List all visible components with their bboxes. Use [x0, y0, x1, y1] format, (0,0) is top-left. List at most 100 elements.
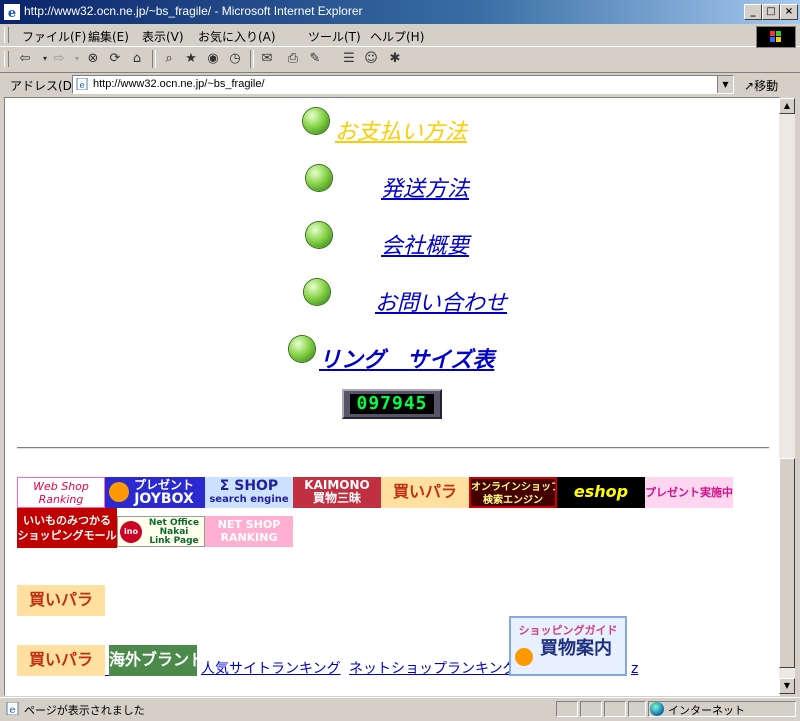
scroll-up-icon[interactable]: ▲ — [779, 98, 795, 114]
banner-text: オンラインショップ — [471, 482, 557, 493]
toolbar-grip[interactable] — [4, 27, 9, 43]
status-pane — [604, 701, 626, 717]
nav-link-contact[interactable]: お問い合わせ — [375, 285, 507, 317]
banner-web-shop-ranking[interactable]: Web Shop Ranking — [17, 477, 105, 508]
stop-icon[interactable]: ⊗ — [84, 51, 102, 67]
banner-kaipara[interactable]: 買いパラ — [381, 477, 469, 508]
banner-text: Link Page — [149, 536, 199, 546]
nav-link-shipping[interactable]: 発送方法 — [381, 171, 469, 203]
address-dropdown-icon[interactable]: ▼ — [717, 76, 733, 93]
search-icon[interactable]: ⌕ — [160, 51, 178, 67]
green-ball-icon — [289, 336, 315, 362]
menu-view[interactable]: 表示(V) — [142, 28, 184, 45]
banner-joybox[interactable]: プレゼント JOYBOX — [105, 477, 205, 508]
green-ball-icon — [306, 222, 332, 248]
discuss-icon[interactable]: ☰ — [340, 51, 358, 67]
banner-text: いいものみつかる — [23, 514, 111, 527]
address-url: http://www32.ocn.ne.jp/~bs_fragile/ — [93, 78, 265, 90]
go-arrow-icon: ↗ — [744, 79, 755, 93]
banner-text: 買物三昧 — [312, 491, 361, 505]
address-label: アドレス(D) — [10, 79, 77, 93]
menu-help[interactable]: ヘルプ(H) — [370, 28, 424, 45]
edit-icon[interactable]: ✎ — [306, 51, 324, 67]
link-net-shop-ranking[interactable]: ネットショップランキング — [349, 658, 517, 678]
status-bar: e ページが表示されました インターネット — [0, 697, 800, 721]
scroll-down-icon[interactable]: ▼ — [779, 678, 795, 694]
menu-file[interactable]: ファイル(F) — [22, 28, 86, 45]
banner-net-shop-ranking[interactable]: NET SHOP RANKING — [205, 516, 293, 547]
banner-text: Ranking — [38, 493, 84, 506]
banner-online-shop[interactable]: オンラインショップ 検索エンジン — [469, 477, 557, 508]
maximize-button[interactable]: □ — [762, 4, 780, 20]
menu-favorites[interactable]: お気に入り(A) — [198, 28, 276, 45]
zone-text: インターネット — [668, 704, 745, 717]
ino-logo-icon: ino — [120, 521, 142, 543]
go-button[interactable]: ↗移動 — [744, 77, 778, 94]
toolbar-separator — [152, 50, 156, 68]
banner-kaipara-3[interactable]: 買いパラ — [17, 645, 105, 676]
research-icon[interactable]: ✱ — [386, 51, 404, 67]
banner-text: Σ SHOP — [219, 478, 279, 494]
banner-text: ショッピングモール — [17, 529, 117, 542]
banner-text: KAIMONO — [304, 478, 370, 492]
green-ball-icon — [303, 108, 329, 134]
sun-icon — [515, 648, 533, 666]
banner-kaipara-2[interactable]: 買いパラ — [17, 585, 105, 616]
internet-globe-icon — [650, 702, 664, 716]
banner-iimono[interactable]: いいものみつかる ショッピングモール — [17, 508, 117, 548]
counter-value: 097945 — [350, 394, 434, 414]
orange-icon — [109, 482, 129, 502]
history-icon[interactable]: ◷ — [226, 51, 244, 67]
nav-link-company[interactable]: 会社概要 — [381, 228, 469, 260]
link-popular-site-ranking[interactable]: 人気サイトランキング — [201, 658, 341, 678]
banner-net-office-nakai[interactable]: ino Net Office Nakai Link Page — [117, 516, 205, 547]
back-icon[interactable]: ⇦ — [16, 51, 34, 67]
page-done-icon: e — [6, 702, 19, 715]
close-button[interactable]: × — [780, 4, 798, 20]
address-input[interactable]: e http://www32.ocn.ne.jp/~bs_fragile/ ▼ — [72, 75, 734, 94]
link-z[interactable]: z — [631, 661, 638, 677]
window-titlebar[interactable]: e http://www32.ocn.ne.jp/~bs_fragile/ - … — [0, 0, 800, 24]
status-pane — [556, 701, 578, 717]
banner-present[interactable]: プレゼント実施中! — [645, 477, 733, 508]
page-viewport: お支払い方法 発送方法 会社概要 お問い合わせ リング サイズ表 097945 … — [4, 97, 780, 696]
access-counter: 097945 — [342, 389, 442, 419]
banner-eshop[interactable]: eshop — [557, 477, 645, 508]
menu-edit[interactable]: 編集(E) — [88, 28, 129, 45]
banner-text: 検索エンジン — [483, 495, 543, 506]
banner-text: RANKING — [220, 531, 278, 544]
status-pane — [580, 701, 602, 717]
green-ball-icon — [304, 279, 330, 305]
menu-tools[interactable]: ツール(T) — [308, 28, 361, 45]
scroll-thumb[interactable] — [779, 458, 795, 668]
horizontal-rule — [17, 447, 769, 449]
mail-icon[interactable]: ✉ — [258, 51, 276, 67]
vertical-scrollbar[interactable]: ▲ ▼ — [779, 98, 795, 694]
messenger-icon[interactable]: ☺ — [362, 51, 380, 67]
forward-icon[interactable]: ⇨ — [50, 51, 68, 67]
nav-link-ring-size[interactable]: リング サイズ表 — [319, 342, 494, 374]
banner-kaimono-zanmai[interactable]: KAIMONO 買物三昧 — [293, 477, 381, 508]
go-label: 移動 — [754, 79, 779, 93]
banner-kaigai-brand[interactable]: 海外ブランド — [109, 645, 197, 676]
ie-logo-icon: e — [4, 4, 20, 20]
banner-text: Web Shop — [33, 480, 89, 493]
banner-text: search engine — [209, 494, 289, 505]
nav-link-payment[interactable]: お支払い方法 — [335, 114, 467, 146]
menu-bar: ファイル(F) 編集(E) 表示(V) お気に入り(A) ツール(T) ヘルプ(… — [0, 24, 800, 47]
page-icon: e — [76, 78, 88, 90]
print-icon[interactable]: ⎙ — [284, 51, 302, 67]
banner-text: NET SHOP — [217, 518, 281, 531]
favorites-icon[interactable]: ★ — [182, 51, 200, 67]
address-bar: アドレス(D) e http://www32.ocn.ne.jp/~bs_fra… — [0, 73, 800, 96]
media-icon[interactable]: ◉ — [204, 51, 222, 67]
minimize-button[interactable]: _ — [744, 4, 762, 20]
banner-sigma-shop[interactable]: Σ SHOP search engine — [205, 477, 293, 508]
banner-text: ショッピングガイド — [518, 624, 618, 637]
toolbar-grip[interactable] — [4, 51, 9, 67]
banner-shopping-guide[interactable]: ショッピングガイド 買物案内 — [509, 616, 627, 676]
standard-toolbar: ⇦ ▾ ⇨ ▾ ⊗ ⟳ ⌂ ⌕ ★ ◉ ◷ ✉ ⎙ ✎ ☰ ☺ ✱ — [0, 47, 800, 73]
refresh-icon[interactable]: ⟳ — [106, 51, 124, 67]
toolbar-separator — [250, 50, 254, 68]
home-icon[interactable]: ⌂ — [128, 51, 146, 67]
